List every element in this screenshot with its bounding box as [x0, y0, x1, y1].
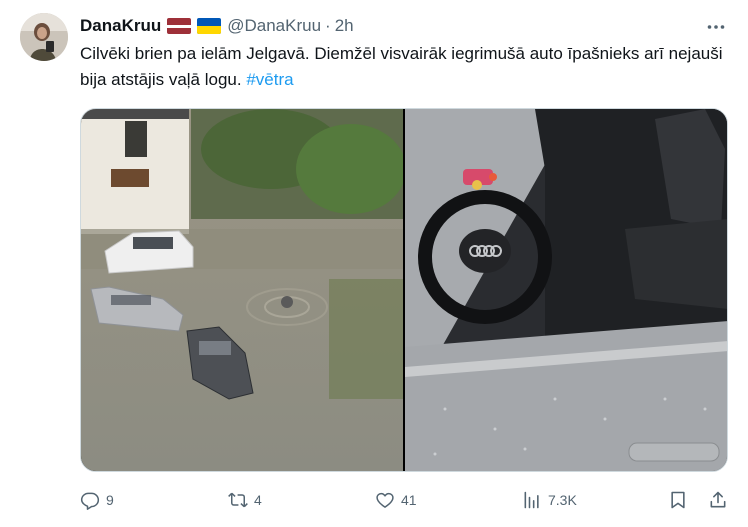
repost-count: 4 — [254, 492, 262, 508]
tweet-text: Cilvēki brien pa ielām Jelgavā. Diemžēl … — [80, 41, 730, 93]
flooded-street-photo[interactable] — [81, 109, 403, 471]
views-button[interactable]: 7.3K — [522, 487, 577, 513]
bookmark-button[interactable] — [668, 487, 688, 513]
reply-icon — [80, 492, 100, 510]
views-icon — [524, 491, 539, 509]
media-grid — [80, 108, 728, 472]
like-count: 41 — [401, 492, 417, 508]
action-bar: 9 4 41 7.3K — [0, 487, 748, 513]
bookmark-icon — [671, 491, 685, 509]
timestamp[interactable]: 2h — [335, 16, 354, 36]
share-button[interactable] — [708, 487, 728, 513]
share-icon — [710, 491, 726, 508]
tweet: DanaKruu @DanaKruu · 2h Cilvēki brien pa… — [0, 0, 748, 527]
hashtag-link[interactable]: #vētra — [246, 70, 293, 89]
repost-button[interactable]: 4 — [228, 487, 262, 513]
display-name[interactable]: DanaKruu — [80, 16, 161, 36]
latvia-flag-icon — [167, 18, 192, 34]
tweet-body: Cilvēki brien pa ielām Jelgavā. Diemžēl … — [80, 44, 723, 89]
avatar[interactable] — [20, 13, 68, 61]
like-button[interactable]: 41 — [375, 487, 417, 513]
car-interior-photo[interactable] — [405, 109, 727, 471]
views-count: 7.3K — [548, 492, 577, 508]
reply-button[interactable]: 9 — [80, 487, 114, 513]
user-handle[interactable]: @DanaKruu — [227, 16, 321, 36]
tweet-header: DanaKruu @DanaKruu · 2h — [80, 15, 354, 37]
separator-dot: · — [325, 16, 331, 35]
reply-count: 9 — [106, 492, 114, 508]
like-icon — [376, 492, 394, 508]
ukraine-flag-icon — [197, 18, 222, 34]
repost-icon — [228, 492, 248, 508]
more-options-button[interactable] — [705, 16, 727, 38]
more-icon — [707, 25, 725, 29]
